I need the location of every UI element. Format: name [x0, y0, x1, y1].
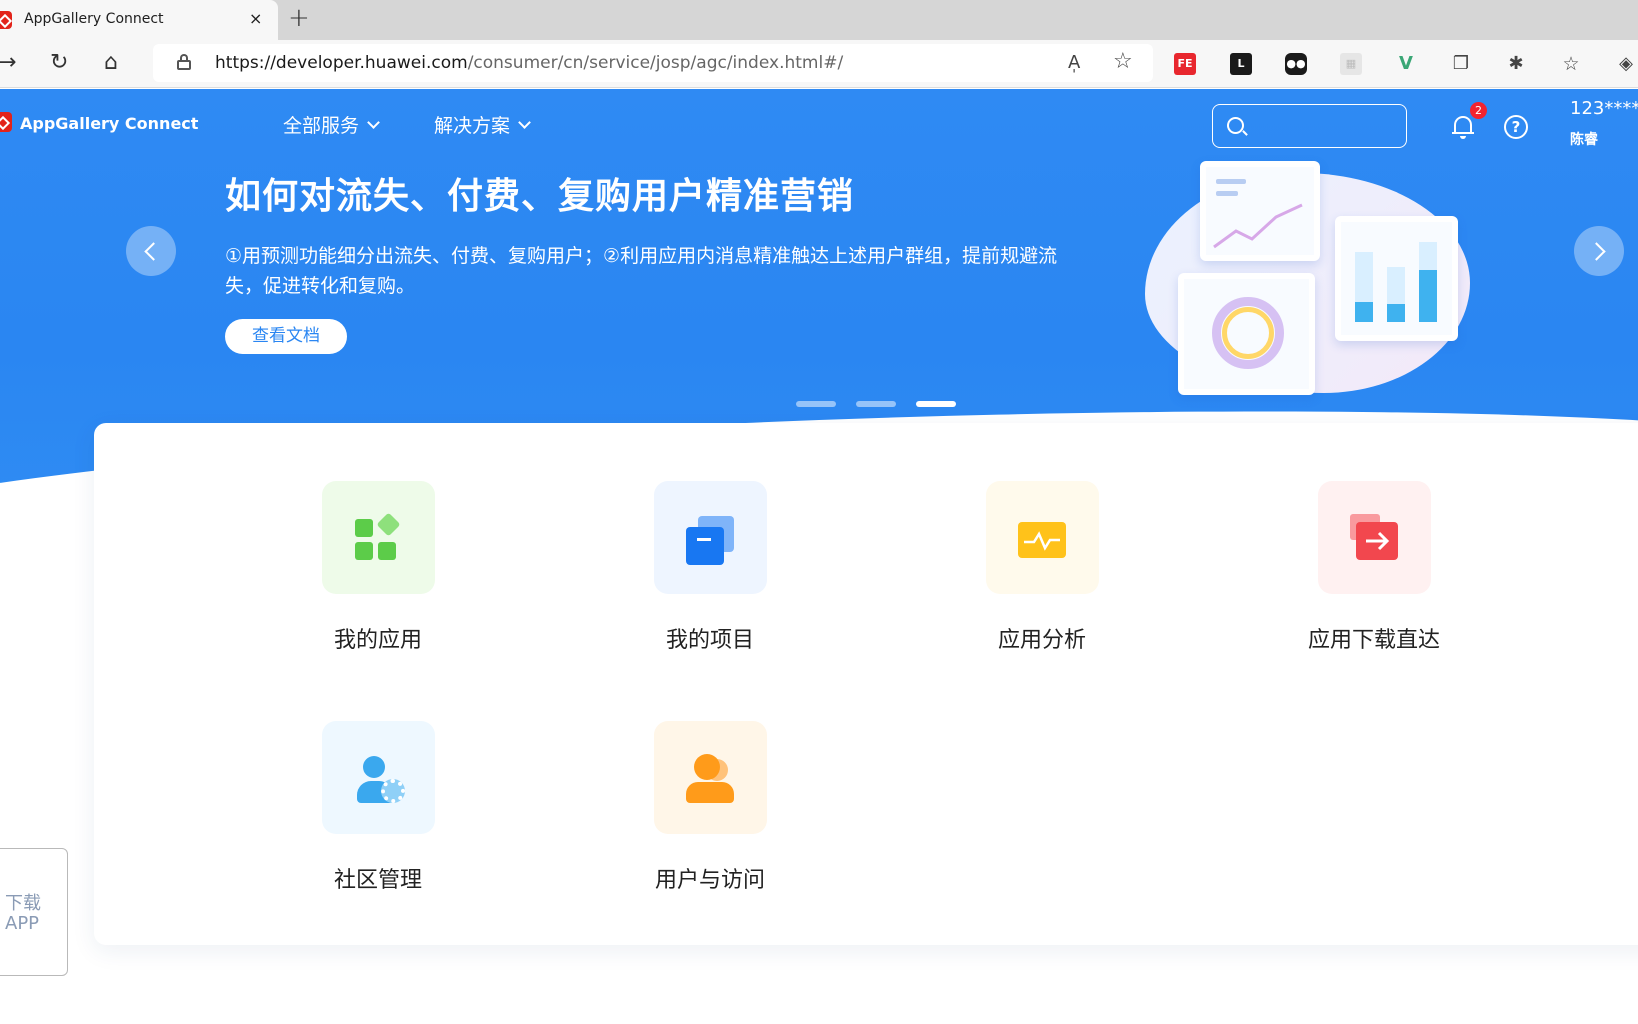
project-icon [653, 481, 767, 594]
extensions-icon[interactable]: ✱ [1505, 53, 1527, 75]
banner-illustration [1140, 161, 1480, 401]
service-app-download-direct[interactable]: 应用下载直达 [1284, 481, 1464, 654]
banner-description: ①用预测功能细分出流失、付费、复购用户；②利用应用内消息精准触达上述用户群组，提… [225, 245, 1058, 297]
carousel-dot-1[interactable] [796, 401, 836, 407]
browser-toolbar: → ↻ ⌂ https://developer.huawei.com/consu… [0, 40, 1638, 88]
tab-close-icon[interactable]: × [249, 9, 262, 28]
download-app-line2: APP [5, 913, 40, 934]
service-community-management[interactable]: 社区管理 [288, 721, 468, 894]
address-bar[interactable]: https://developer.huawei.com/consumer/cn… [153, 44, 1153, 82]
lock-icon[interactable] [177, 54, 191, 70]
banner-title: 如何对流失、付费、复购用户精准营销 [225, 176, 855, 217]
forward-icon[interactable]: → [0, 48, 16, 78]
user-access-icon [653, 721, 767, 834]
favorites-icon[interactable]: ☆ [1560, 53, 1582, 75]
apps-icon [321, 481, 435, 594]
appgallery-logo-icon[interactable] [0, 112, 12, 132]
service-label: 我的应用 [333, 628, 422, 653]
service-user-access[interactable]: 用户与访问 [620, 721, 800, 894]
nav-solutions[interactable]: 解决方案 [434, 111, 531, 138]
favicon-icon [0, 11, 12, 29]
service-app-analytics[interactable]: 应用分析 [952, 481, 1132, 654]
home-icon[interactable]: ⌂ [104, 48, 118, 78]
service-label: 用户与访问 [654, 868, 765, 893]
help-icon[interactable]: ? [1504, 115, 1528, 139]
user-name[interactable]: 陈睿 [1570, 129, 1598, 149]
download-app-line1: 下载 [5, 893, 41, 914]
add-favorite-icon[interactable]: ☆ [1113, 49, 1133, 74]
browser-essentials-icon[interactable]: ◈ [1615, 53, 1637, 75]
carousel-dot-3[interactable] [916, 401, 956, 407]
browser-tab[interactable]: AppGallery Connect × [0, 0, 278, 40]
services-panel: 我的应用 我的项目 应用分析 应用下载直达 社区管理 用户与访问 [94, 423, 1638, 945]
carousel-dot-2[interactable] [856, 401, 896, 407]
collections-icon[interactable]: ❐ [1450, 53, 1472, 75]
extension-l-icon[interactable]: L [1230, 53, 1252, 75]
nav-all-services[interactable]: 全部服务 [283, 111, 380, 138]
community-icon [321, 721, 435, 834]
logo-text[interactable]: AppGallery Connect [20, 114, 198, 133]
user-id[interactable]: 123***** [1570, 98, 1638, 119]
service-label: 社区管理 [333, 868, 422, 893]
service-label: 应用分析 [997, 628, 1086, 653]
service-my-apps[interactable]: 我的应用 [288, 481, 468, 654]
url-text[interactable]: https://developer.huawei.com/consumer/cn… [215, 53, 843, 73]
carousel-prev-button[interactable] [126, 226, 176, 276]
chevron-down-icon [518, 116, 531, 129]
download-direct-icon [1317, 481, 1431, 594]
reload-icon[interactable]: ↻ [50, 48, 68, 78]
browser-tab-strip: AppGallery Connect × + [0, 0, 1638, 40]
notification-badge: 2 [1470, 102, 1487, 119]
extension-gray-icon[interactable]: ▦ [1340, 53, 1362, 75]
extension-fe-icon[interactable]: FE [1174, 53, 1196, 75]
read-aloud-icon[interactable]: A̩ [1068, 52, 1080, 73]
service-my-projects[interactable]: 我的项目 [620, 481, 800, 654]
extension-vue-icon[interactable]: V [1395, 53, 1417, 75]
search-input[interactable] [1212, 104, 1407, 148]
analytics-icon [985, 481, 1099, 594]
service-label: 我的项目 [665, 628, 754, 653]
tab-title: AppGallery Connect [24, 11, 164, 27]
search-icon [1227, 117, 1244, 134]
carousel-next-button[interactable] [1574, 226, 1624, 276]
notification-bell-icon[interactable] [1452, 114, 1474, 139]
view-docs-button[interactable]: 查看文档 [225, 319, 347, 354]
new-tab-button[interactable]: + [288, 3, 310, 33]
chevron-down-icon [367, 116, 380, 129]
extension-dots-icon[interactable]: ●● [1285, 53, 1307, 75]
service-label: 应用下载直达 [1307, 628, 1440, 653]
download-app-button[interactable]: 下载 APP [0, 848, 68, 976]
page: AppGallery Connect 全部服务 解决方案 2 ? 123****… [0, 89, 1638, 1024]
